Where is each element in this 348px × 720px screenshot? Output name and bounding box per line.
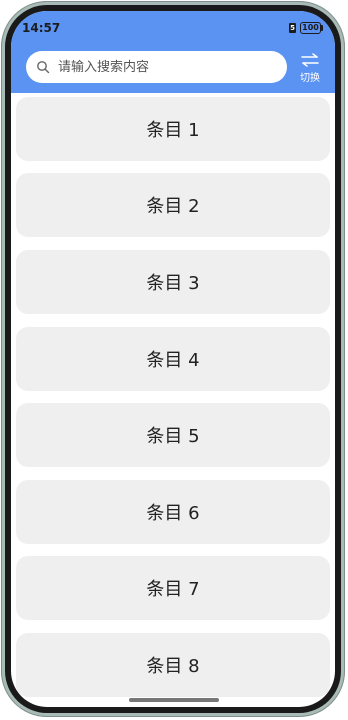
search-bar[interactable] [26,51,287,83]
list-item-1[interactable]: 条目 1 [16,97,330,161]
list-item-5[interactable]: 条目 5 [16,403,330,467]
list-item-3[interactable]: 条目 3 [16,250,330,314]
search-input[interactable] [58,55,278,79]
list-item-label: 条目 2 [146,196,200,217]
list-item-label: 条目 3 [146,273,200,294]
battery-tip [321,25,323,31]
status-time: 14:57 [22,21,61,35]
top-bar: 14:57 5 100 切换 [11,11,335,93]
list-item-label: 条目 4 [146,350,200,371]
switch-label: 切换 [300,73,320,84]
sim-icon: 5 [289,23,296,33]
list-item-label: 条目 1 [146,120,200,141]
swap-arrows-icon [301,53,319,67]
list-item-2[interactable]: 条目 2 [16,173,330,237]
list-item-8[interactable]: 条目 8 [16,633,330,697]
list-item-7[interactable]: 条目 7 [16,556,330,620]
list-item-label: 条目 8 [146,656,200,677]
list-item-label: 条目 5 [146,426,200,447]
list-item-label: 条目 6 [146,503,200,524]
home-indicator[interactable] [129,698,219,702]
screen: 14:57 5 100 切换 [11,11,335,707]
list-item-4[interactable]: 条目 4 [16,327,330,391]
switch-button[interactable]: 切换 [294,53,326,85]
list-item-label: 条目 7 [146,579,200,600]
status-bar: 14:57 5 100 [11,11,335,41]
search-icon [37,61,50,74]
phone-device: 14:57 5 100 切换 [0,0,348,720]
list-item-6[interactable]: 条目 6 [16,480,330,544]
battery-icon: 100 [300,22,321,34]
